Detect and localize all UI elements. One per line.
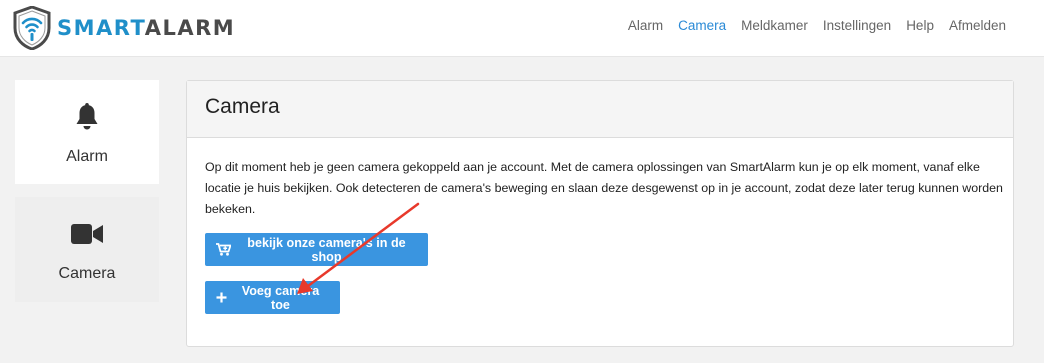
add-camera-button-label: Voeg camera toe <box>241 283 320 312</box>
sidebar-item-label: Camera <box>58 265 116 282</box>
panel-body: Op dit moment heb je geen camera gekoppe… <box>187 138 1013 220</box>
nav-item-camera[interactable]: Camera <box>678 18 726 33</box>
shop-cameras-button[interactable]: bekijk onze camera's in de shop <box>205 233 428 266</box>
bell-icon <box>75 102 99 132</box>
brand-name: SMARTALARM <box>57 16 235 40</box>
video-camera-icon <box>71 219 103 249</box>
panel-description: Op dit moment heb je geen camera gekoppe… <box>205 160 1003 216</box>
add-camera-button[interactable]: Voeg camera toe <box>205 281 340 314</box>
top-navbar: SMARTALARM Alarm Camera Meldkamer Instel… <box>0 0 1044 57</box>
cart-plus-icon <box>216 243 231 256</box>
shop-cameras-button-label: bekijk onze camera's in de shop <box>247 235 406 264</box>
camera-panel: Camera Op dit moment heb je geen camera … <box>186 80 1014 347</box>
shield-wifi-logo-icon <box>13 6 51 50</box>
brand-name-alarm: ALARM <box>144 16 236 40</box>
sidebar-item-alarm[interactable]: Alarm <box>15 80 159 184</box>
brand-name-smart: SMART <box>57 16 145 40</box>
main-nav: Alarm Camera Meldkamer Instellingen Help… <box>628 18 1006 33</box>
panel-header: Camera <box>187 81 1013 138</box>
sidebar-item-camera[interactable]: Camera <box>15 197 159 302</box>
nav-item-alarm[interactable]: Alarm <box>628 18 663 33</box>
brand-logo[interactable]: SMARTALARM <box>13 5 235 51</box>
nav-item-instellingen[interactable]: Instellingen <box>823 18 891 33</box>
sidebar-item-label: Alarm <box>66 148 108 165</box>
nav-item-help[interactable]: Help <box>906 18 934 33</box>
plus-icon <box>216 292 227 303</box>
nav-item-meldkamer[interactable]: Meldkamer <box>741 18 808 33</box>
nav-item-afmelden[interactable]: Afmelden <box>949 18 1006 33</box>
page-title: Camera <box>205 95 280 118</box>
